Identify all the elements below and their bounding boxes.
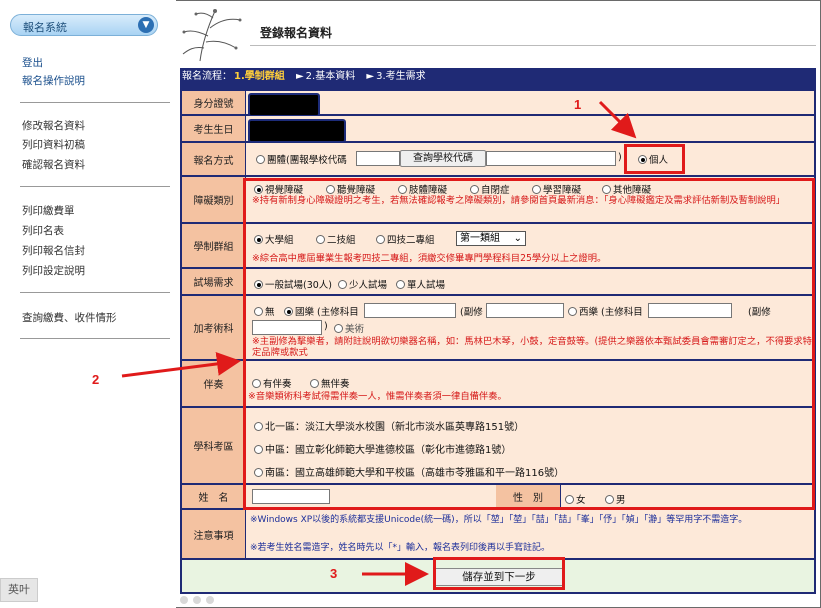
arrow-annotations <box>121 100 637 586</box>
arrow-1-icon <box>598 100 637 139</box>
arrow-2-icon <box>121 351 241 378</box>
scroll-indicator <box>180 596 219 607</box>
